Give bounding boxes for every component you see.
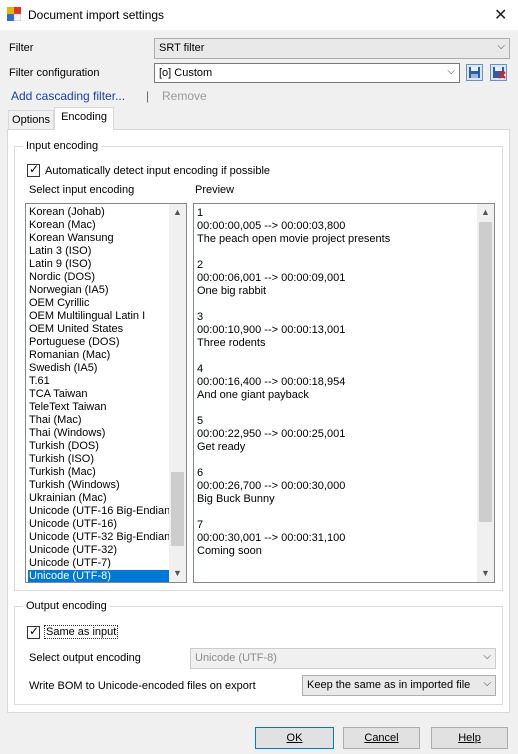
- encoding-list-item[interactable]: Thai (Mac): [28, 414, 169, 427]
- encoding-list-item[interactable]: Swedish (IA5): [28, 362, 169, 375]
- scroll-up-icon[interactable]: ▲: [477, 207, 494, 217]
- encoding-list-item[interactable]: TeleText Taiwan: [28, 401, 169, 414]
- preview-line: 1: [197, 207, 204, 219]
- bom-select-value: Keep the same as in imported file: [307, 679, 471, 691]
- encoding-list-item[interactable]: Turkish (Windows): [28, 479, 169, 492]
- encoding-list-item[interactable]: T.61: [28, 375, 169, 388]
- filter-config-value: [o] Custom: [159, 67, 213, 79]
- filter-label: Filter: [9, 42, 34, 54]
- preview-box[interactable]: 1 00:00:00,005 --> 00:00:03,800 The peach …: [193, 203, 495, 583]
- preview-line: Big Buck Bunny: [197, 493, 275, 505]
- add-cascading-filter-link[interactable]: Add cascading filter...: [11, 89, 125, 103]
- preview-line: 6: [197, 467, 204, 479]
- preview-line: 00:00:00,005 --> 00:00:03,800: [197, 220, 346, 232]
- input-encoding-title: Input encoding: [23, 140, 102, 152]
- same-as-input-checkbox[interactable]: ✓: [27, 624, 40, 639]
- encoding-list-item[interactable]: Latin 3 (ISO): [28, 245, 169, 258]
- encoding-list-item[interactable]: Latin 9 (ISO): [28, 258, 169, 271]
- encoding-list-item[interactable]: Unicode (UTF-32): [28, 544, 169, 557]
- select-output-encoding-label: Select output encoding: [29, 652, 141, 664]
- encoding-listbox[interactable]: Korean (Johab) Korean (Mac) Korean Wansung…: [25, 203, 187, 583]
- encoding-list-item[interactable]: TCA Taiwan: [28, 388, 169, 401]
- encoding-list-item[interactable]: Romanian (Mac): [28, 349, 169, 362]
- preview-line: 00:00:06,001 --> 00:00:09,001: [197, 272, 346, 284]
- auto-detect-checkbox[interactable]: ✓: [27, 162, 40, 177]
- encoding-scrollbar[interactable]: ▲ ▼: [169, 204, 186, 582]
- window-title: Document import settings: [28, 8, 165, 22]
- encoding-list-item[interactable]: Portuguese (DOS): [28, 336, 169, 349]
- bom-select[interactable]: Keep the same as in imported file ⌵: [302, 675, 496, 696]
- preview-line: Coming soon: [197, 545, 262, 557]
- encoding-list-item[interactable]: Turkish (Mac): [28, 466, 169, 479]
- auto-detect-label: Automatically detect input encoding if p…: [45, 165, 271, 177]
- preview-line: One big rabbit: [197, 285, 267, 297]
- filter-config-label: Filter configuration: [9, 67, 100, 79]
- close-icon[interactable]: ✕: [494, 5, 507, 25]
- scroll-up-icon[interactable]: ▲: [169, 207, 186, 217]
- tab-encoding[interactable]: Encoding: [54, 107, 114, 130]
- encoding-list-item[interactable]: OEM Multilingual Latin I: [28, 310, 169, 323]
- preview-line: 00:00:22,950 --> 00:00:25,001: [197, 428, 346, 440]
- encoding-list-item[interactable]: Thai (Windows): [28, 427, 169, 440]
- encoding-list-item[interactable]: Korean (Johab): [28, 206, 169, 219]
- encoding-list-item[interactable]: OEM United States: [28, 323, 169, 336]
- preview-line: 00:00:30,001 --> 00:00:31,100: [197, 532, 346, 544]
- preview-scroll-thumb[interactable]: [479, 222, 492, 522]
- ok-button[interactable]: OK: [255, 727, 334, 749]
- preview-line: 00:00:10,900 --> 00:00:13,001: [197, 324, 346, 336]
- delete-config-icon[interactable]: [490, 64, 507, 81]
- encoding-list-item[interactable]: Turkish (DOS): [28, 440, 169, 453]
- bom-label: Write BOM to Unicode-encoded files on ex…: [29, 680, 256, 692]
- encoding-scroll-thumb[interactable]: [171, 472, 184, 546]
- help-button[interactable]: Help: [431, 727, 508, 749]
- cancel-button[interactable]: Cancel: [343, 727, 420, 749]
- scroll-down-icon[interactable]: ▼: [477, 568, 494, 578]
- app-icon: [7, 7, 21, 21]
- preview-line: 00:00:26,700 --> 00:00:30,000: [197, 480, 346, 492]
- encoding-list-item[interactable]: Unicode (UTF-32 Big-Endian): [28, 531, 174, 544]
- encoding-list-item[interactable]: Ukrainian (Mac): [28, 492, 169, 505]
- filter-config-select[interactable]: [o] Custom ⌵: [154, 63, 460, 83]
- link-separator: |: [146, 89, 150, 103]
- encoding-list-item[interactable]: Nordic (DOS): [28, 271, 169, 284]
- encoding-list-item[interactable]: Korean Wansung: [28, 232, 169, 245]
- output-encoding-title: Output encoding: [23, 600, 110, 612]
- preview-line: 7: [197, 519, 204, 531]
- chevron-down-icon: ⌵: [497, 41, 505, 52]
- save-config-icon[interactable]: [466, 64, 483, 81]
- chevron-down-icon: ⌵: [447, 66, 455, 77]
- preview-line: 5: [197, 415, 204, 427]
- encoding-list-item[interactable]: OEM Cyrillic: [28, 297, 169, 310]
- preview-line: 00:00:16,400 --> 00:00:18,954: [197, 376, 346, 388]
- encoding-list-item[interactable]: Unicode (UTF-16): [28, 518, 169, 531]
- remove-filter-link[interactable]: Remove: [162, 89, 207, 103]
- select-input-encoding-label: Select input encoding: [29, 184, 135, 196]
- preview-label: Preview: [195, 184, 235, 196]
- output-encoding-select[interactable]: Unicode (UTF-8) ⌵: [190, 648, 496, 669]
- preview-line: 4: [197, 363, 204, 375]
- encoding-list-item[interactable]: Korean (Mac): [28, 219, 169, 232]
- preview-line: Get ready: [197, 441, 246, 453]
- tab-options[interactable]: Options: [8, 110, 54, 130]
- title-bar: Document import settings ✕: [0, 0, 518, 30]
- preview-line: 3: [197, 311, 204, 323]
- encoding-list-item[interactable]: Unicode (UTF-16 Big-Endian): [28, 505, 174, 518]
- chevron-down-icon: ⌵: [483, 651, 491, 662]
- preview-line: And one giant payback: [197, 389, 309, 401]
- encoding-list-item[interactable]: Norwegian (IA5): [28, 284, 169, 297]
- filter-select-value: SRT filter: [159, 42, 205, 54]
- encoding-list-item[interactable]: Unicode (UTF-7): [28, 557, 169, 570]
- chevron-down-icon: ⌵: [483, 678, 491, 689]
- preview-line: Three rodents: [197, 337, 266, 349]
- same-as-input-label: Same as input: [44, 625, 119, 639]
- output-encoding-value: Unicode (UTF-8): [195, 652, 277, 664]
- filter-select[interactable]: SRT filter ⌵: [154, 38, 510, 59]
- encoding-list-item[interactable]: Turkish (ISO): [28, 453, 169, 466]
- preview-line: 2: [197, 259, 204, 271]
- scroll-down-icon[interactable]: ▼: [169, 568, 186, 578]
- encoding-list-item[interactable]: Unicode (UTF-8): [28, 570, 169, 582]
- preview-line: The peach open movie project presents: [197, 233, 391, 245]
- preview-scrollbar[interactable]: ▲ ▼: [477, 204, 494, 582]
